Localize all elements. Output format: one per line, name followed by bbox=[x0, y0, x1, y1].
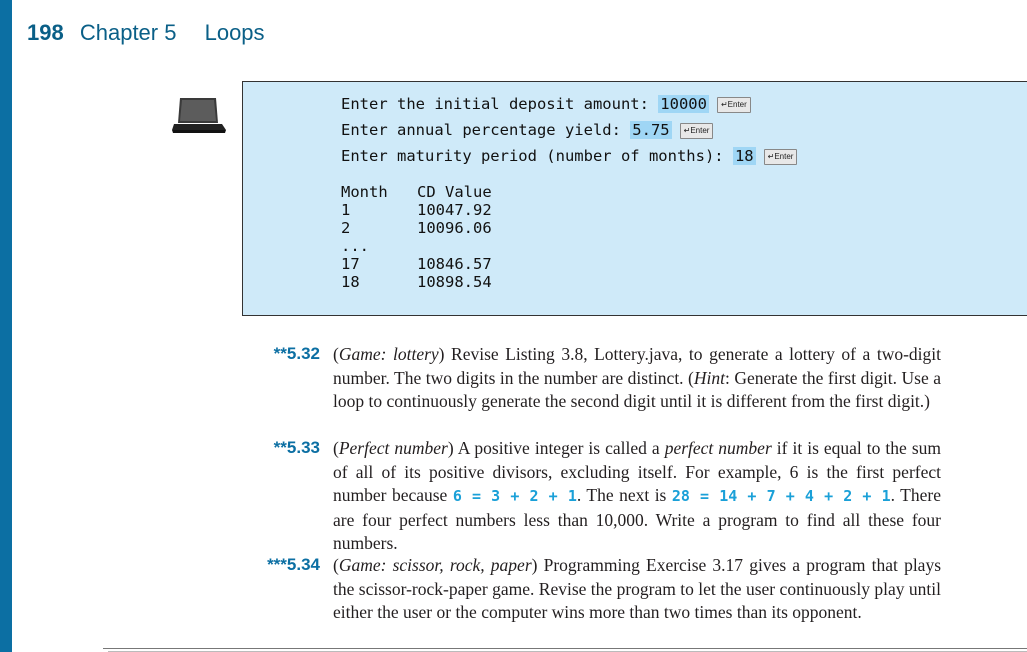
page-header: 198 Chapter 5 Loops bbox=[27, 20, 265, 46]
cd-value-table: Month CD Value 1 10047.92 2 10096.06 ... 17… bbox=[341, 183, 797, 291]
laptop-icon bbox=[172, 98, 226, 133]
exercise-text: (Perfect number) A positive integer is c… bbox=[333, 438, 941, 553]
page-number: 198 bbox=[27, 20, 64, 45]
table-row: 1 10047.92 bbox=[341, 201, 492, 219]
bottom-rule bbox=[103, 648, 1027, 649]
chapter-label: Chapter 5 bbox=[79, 20, 177, 45]
exercise-text: (Game: scissor, rock, paper) Programming… bbox=[333, 555, 942, 622]
table-header-row: Month CD Value bbox=[341, 183, 492, 201]
chapter-title: Loops bbox=[204, 20, 265, 45]
table-row: 17 10846.57 bbox=[341, 255, 492, 273]
console-prompt-line: Enter maturity period (number of months)… bbox=[341, 143, 798, 169]
console-output-box: Enter the initial deposit amount: 10000 ↵… bbox=[242, 81, 1027, 316]
exercise-text: (Game: lottery) Revise Listing 3.8, Lott… bbox=[333, 344, 941, 411]
enter-key-icon: ↵Enter bbox=[679, 122, 714, 139]
page-edge-bar bbox=[0, 0, 12, 652]
exercise-number: **5.33 bbox=[273, 438, 320, 457]
user-input-value: 18 bbox=[732, 147, 756, 165]
user-input-value: 10000 bbox=[658, 95, 709, 113]
table-row: 2 10096.06 bbox=[341, 219, 492, 237]
user-input-value: 5.75 bbox=[630, 121, 672, 139]
console-prompt-line: Enter the initial deposit amount: 10000 ↵… bbox=[341, 91, 797, 117]
code-expression: 28 = 14 + 7 + 4 + 2 + 1 bbox=[671, 487, 891, 505]
console-prompt-line: Enter annual percentage yield: 5.75 ↵Ente… bbox=[341, 117, 797, 143]
code-expression: 6 = 3 + 2 + 1 bbox=[452, 487, 577, 505]
exercise-number: **5.32 bbox=[273, 344, 320, 363]
enter-key-icon: ↵Enter bbox=[763, 148, 798, 165]
exercise-number: ***5.34 bbox=[267, 555, 320, 574]
table-row: ... bbox=[341, 237, 369, 255]
enter-key-icon: ↵Enter bbox=[716, 96, 751, 113]
table-row: 18 10898.54 bbox=[341, 273, 492, 291]
